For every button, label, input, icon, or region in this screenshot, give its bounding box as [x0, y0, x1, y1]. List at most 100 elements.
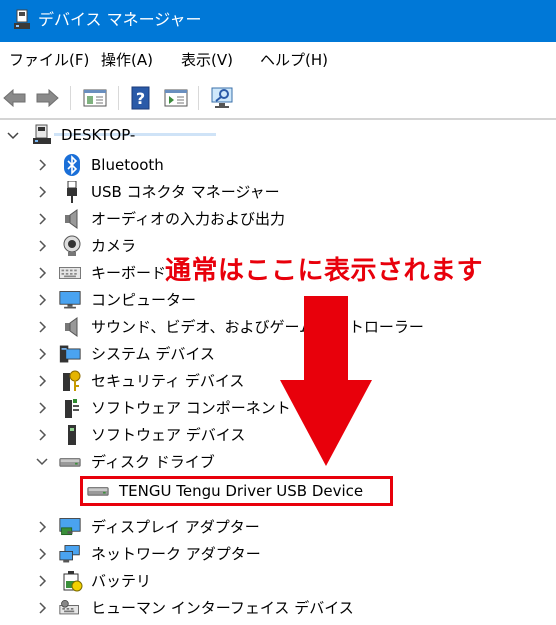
tree-item-label: Bluetooth: [91, 156, 164, 174]
expand-chevron[interactable]: [36, 212, 50, 226]
chevron-right-icon: [39, 429, 47, 441]
monitor-icon: [59, 289, 81, 311]
hid-icon: [59, 597, 81, 619]
tree-item-software-components[interactable]: ソフトウェア コンポーネント: [0, 395, 556, 421]
title-bar: デバイス マネージャー: [0, 0, 556, 42]
chevron-right-icon: [39, 521, 47, 533]
battery-icon: [61, 570, 83, 592]
chevron-right-icon: [39, 159, 47, 171]
forward-button[interactable]: [34, 85, 60, 111]
arrow-left-icon: [3, 89, 26, 107]
chevron-right-icon: [39, 267, 47, 279]
chevron-right-icon: [39, 548, 47, 560]
expand-chevron[interactable]: [36, 547, 50, 561]
tree-item-battery[interactable]: バッテリ: [0, 568, 556, 594]
chevron-right-icon: [39, 375, 47, 387]
root-computer-label[interactable]: DESKTOP-: [61, 122, 135, 148]
expand-chevron[interactable]: [36, 185, 50, 199]
tree-item-software-devices[interactable]: ソフトウェア デバイス: [0, 422, 556, 448]
tree-item-label: ディスク ドライブ: [91, 453, 215, 471]
display-adapter-icon: [59, 516, 81, 538]
chevron-right-icon: [39, 321, 47, 333]
expand-chevron[interactable]: [36, 428, 50, 442]
chevron-right-icon: [39, 213, 47, 225]
tree-item-label: USB コネクタ マネージャー: [91, 183, 280, 201]
tree-item-security-devices[interactable]: セキュリティ デバイス: [0, 368, 556, 394]
chevron-right-icon: [39, 575, 47, 587]
annotation-text: 通常はここに表示されます: [165, 256, 484, 286]
device-manager-icon: [14, 9, 30, 29]
expand-chevron[interactable]: [36, 266, 50, 280]
chevron-right-icon: [39, 186, 47, 198]
speaker-icon: [61, 208, 83, 230]
tree-item-label: カメラ: [91, 237, 137, 255]
expand-chevron[interactable]: [36, 401, 50, 415]
chevron-down-icon: [7, 132, 19, 140]
tree-item-network-adapters[interactable]: ネットワーク アダプター: [0, 541, 556, 567]
tree-item-display-adapters[interactable]: ディスプレイ アダプター: [0, 514, 556, 540]
chevron-right-icon: [39, 294, 47, 306]
tree-item-label: ヒューマン インターフェイス デバイス: [91, 599, 354, 617]
tree-item-label: ネットワーク アダプター: [91, 545, 261, 563]
chevron-down-icon: [36, 458, 48, 466]
expand-chevron[interactable]: [36, 374, 50, 388]
network-icon: [59, 543, 81, 565]
expand-chevron[interactable]: [36, 158, 50, 172]
menu-help[interactable]: ヘルプ(H): [260, 50, 328, 70]
menu-action[interactable]: 操作(A): [101, 50, 153, 70]
chevron-right-icon: [39, 348, 47, 360]
show-hide-console-tree-button[interactable]: [82, 85, 108, 111]
scan-hardware-button[interactable]: [210, 85, 236, 111]
svg-text:?: ?: [136, 89, 145, 108]
tree-item-hid[interactable]: ヒューマン インターフェイス デバイス: [0, 595, 556, 621]
back-button[interactable]: [2, 85, 28, 111]
properties-icon: [164, 89, 188, 107]
chevron-right-icon: [39, 602, 47, 614]
tree-item-label: サウンド、ビデオ、およびゲーム コントローラー: [91, 318, 424, 336]
tree-item-label: ディスプレイ アダプター: [91, 518, 260, 536]
expand-chevron[interactable]: [36, 320, 50, 334]
expand-chevron[interactable]: [36, 601, 50, 615]
chevron-right-icon: [39, 240, 47, 252]
menu-file[interactable]: ファイル(F): [9, 50, 89, 70]
expand-chevron[interactable]: [36, 239, 50, 253]
collapse-chevron[interactable]: [35, 455, 49, 469]
expand-chevron[interactable]: [36, 293, 50, 307]
toolbar: ?: [0, 78, 556, 120]
tree-item-label: オーディオの入力および出力: [91, 210, 285, 228]
tree-item-disk-drives[interactable]: ディスク ドライブ: [0, 449, 556, 475]
tree-item-audio-io[interactable]: オーディオの入力および出力: [0, 206, 556, 232]
tree-item-label: バッテリ: [91, 572, 152, 590]
scan-monitor-icon: [211, 87, 233, 108]
device-icon: [61, 424, 83, 446]
help-button[interactable]: ?: [128, 85, 154, 111]
tree-item-label: キーボード: [91, 264, 167, 282]
tree-item-computer[interactable]: コンピューター: [0, 287, 556, 313]
computer-icon: [31, 124, 53, 146]
window-title: デバイス マネージャー: [38, 10, 202, 29]
tree-item-label: ソフトウェア コンポーネント: [91, 399, 291, 417]
toolbar-separator: [118, 86, 119, 110]
component-icon: [61, 397, 83, 419]
tree-item-label: コンピューター: [91, 291, 197, 309]
expand-chevron[interactable]: [36, 574, 50, 588]
device-tree: DESKTOP- Bluetooth USB コネクタ マネージャー オーディオ…: [0, 120, 556, 625]
usb-icon: [61, 181, 83, 203]
tree-item-system-devices[interactable]: システム デバイス: [0, 341, 556, 367]
properties-button[interactable]: [163, 85, 189, 111]
speaker-icon: [61, 316, 83, 338]
tree-item-usb-connector[interactable]: USB コネクタ マネージャー: [0, 179, 556, 205]
expand-chevron[interactable]: [36, 520, 50, 534]
system-icon: [59, 343, 81, 365]
menu-view[interactable]: 表示(V): [181, 50, 233, 70]
arrow-right-icon: [36, 89, 59, 107]
tree-item-sound-video-game[interactable]: サウンド、ビデオ、およびゲーム コントローラー: [0, 314, 556, 340]
expand-chevron[interactable]: [36, 347, 50, 361]
collapse-chevron[interactable]: [6, 129, 20, 143]
toolbar-separator: [198, 86, 199, 110]
tree-item-label: ソフトウェア デバイス: [91, 426, 246, 444]
bluetooth-icon: [61, 154, 83, 176]
tree-item-bluetooth[interactable]: Bluetooth: [0, 152, 556, 178]
toolbar-separator: [70, 86, 71, 110]
chevron-right-icon: [39, 402, 47, 414]
